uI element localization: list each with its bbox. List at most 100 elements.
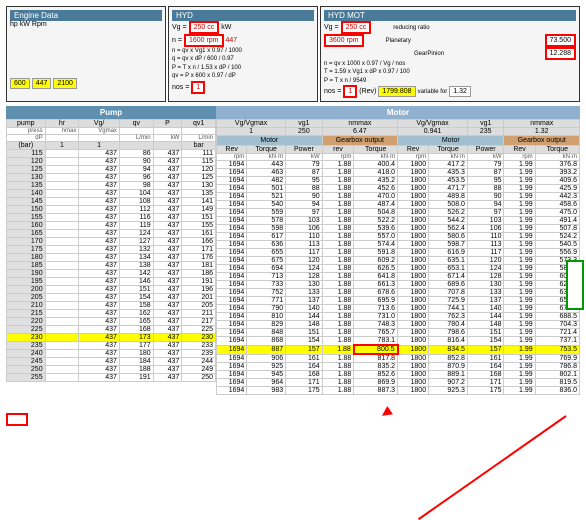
table-row: 11543786437111: [7, 150, 216, 158]
table-row: 1694482951.88435.21800453.5951.99409.6: [217, 177, 580, 185]
kw-label2: kW: [221, 24, 231, 31]
hyd-pump-title: HYD: [172, 10, 314, 21]
table-row: 230437173437230: [7, 334, 216, 342]
motor-n-value[interactable]: 3600 rpm: [324, 34, 364, 47]
table-row: 16949451681.88852.61800889.11681.99802.1: [217, 371, 580, 379]
table-row: 12543794437120: [7, 166, 216, 174]
gear-v2[interactable]: 12.288: [545, 47, 576, 60]
rpm-value[interactable]: 2100: [53, 78, 77, 89]
table-row: 155437116437151: [7, 214, 216, 222]
motor-header1: Vg/Vgmax vg1 nmmax Vg/Vgmax vg1 nmmax: [217, 120, 580, 128]
motor-section-title: Motor: [216, 106, 580, 119]
motor-vg-value[interactable]: 250 cc: [341, 21, 372, 34]
motor-header2: Motor Gearbox output Motor Gearbox outpu…: [217, 136, 580, 146]
table-row: 165437124437161: [7, 230, 216, 238]
table-row: 16949831751.88887.31800925.31751.99836.0: [217, 387, 580, 395]
table-row: 1694501881.88452.61800471.7881.99425.9: [217, 185, 580, 193]
variable-label: variable for: [418, 89, 448, 95]
motor-unit-row: rpm kN·m kW rpm kN·m rpm kN·m kW rpm kN·…: [217, 154, 580, 161]
table-row: 200437151437196: [7, 286, 216, 294]
table-row: 16947901401.88713.61800744.11401.99671.5: [217, 305, 580, 313]
annotation-line: [418, 415, 567, 520]
table-row: 175437132437171: [7, 246, 216, 254]
hyd-motor-title: HYD MOT: [324, 10, 576, 21]
table-row: 170437127437166: [7, 238, 216, 246]
table-row: 12043790437115: [7, 158, 216, 166]
table-row: 16948101441.88731.01800762.31441.99688.5: [217, 313, 580, 321]
rpm-label: Rpm: [32, 21, 47, 28]
table-row: 16949641711.88869.91800907.21711.99819.5: [217, 379, 580, 387]
table-row: 13043796437125: [7, 174, 216, 182]
table-row: 16946551171.88591.81800616.91171.99556.9: [217, 249, 580, 257]
table-row: 16946941241.88626.51800653.11241.99589.7: [217, 265, 580, 273]
highlight-pressure-box: [6, 413, 28, 426]
table-row: 16946361131.88574.41800598.71131.99540.5: [217, 241, 580, 249]
table-row: 160437119437155: [7, 222, 216, 230]
variable-value: 1.32: [449, 86, 471, 97]
table-row: 16949061611.88817.81800852.81611.99769.9: [217, 354, 580, 363]
planetary-label: Planetary: [386, 38, 411, 44]
table-row: 1694521901.88470.01800489.8901.99442.3: [217, 193, 580, 201]
table-row: 140437104437135: [7, 190, 216, 198]
engine-panel: Engine Data hp kW Rpm 600 447 2100: [6, 6, 166, 102]
pump-kw-value: 447: [226, 37, 238, 44]
hyd-pump-panel: HYD Vg = 250 cc kW n = 1600 rpm 447 n = …: [168, 6, 318, 102]
table-row: 13543798437130: [7, 182, 216, 190]
table-row: 150437112437149: [7, 206, 216, 214]
pump-vg-value[interactable]: 250 cc: [189, 21, 220, 34]
rev-label: (Rev): [359, 88, 376, 95]
table-row: 210437158437205: [7, 302, 216, 310]
hp-value[interactable]: 600: [10, 78, 30, 89]
table-row: 16945981061.88539.61800562.41061.99507.8: [217, 225, 580, 233]
table-row: 1694559971.88504.81800526.2971.99475.0: [217, 209, 580, 217]
vg-label: Vg =: [172, 24, 187, 31]
table-row: 16948681541.88783.11800816.41541.99737.1: [217, 337, 580, 346]
hp-label: hp: [10, 21, 18, 28]
motor-vg-label: Vg =: [324, 24, 339, 31]
table-row: 1694540941.88487.41800508.0941.99458.6: [217, 201, 580, 209]
engine-title: Engine Data: [10, 10, 162, 21]
gear-v1[interactable]: 73.500: [545, 34, 576, 47]
table-row: 16948871571.88800.51800834.51571.99753.5: [217, 345, 580, 354]
annotation-note: [566, 260, 584, 310]
table-row: 235437177437233: [7, 342, 216, 350]
table-row: 16947521331.88678.61800707.81331.99638.8: [217, 289, 580, 297]
motor-col-headers: Rev Torque Power rev Torque Rev Torque P…: [217, 146, 580, 154]
table-row: 245437184437244: [7, 358, 216, 366]
n-label: n =: [172, 37, 182, 44]
table-row: 180437134437176: [7, 254, 216, 262]
motor-nos-label: nos =: [324, 88, 341, 95]
motor-table: Vg/Vgmax vg1 nmmax Vg/Vgmax vg1 nmmax 1 …: [216, 119, 580, 395]
pump-table: pump hr Vg/ qv P qv1 press nmax Vgmax dP…: [6, 119, 216, 382]
pump-nos-value[interactable]: 1: [191, 81, 205, 94]
motor-formulas: n = qv x 1000 x 0.97 / Vg / nos T = 1.59…: [324, 60, 576, 85]
pump-col-headers: pump hr Vg/ qv P qv1: [7, 120, 216, 128]
kw-label: kW: [20, 21, 30, 28]
table-row: 240437180437239: [7, 350, 216, 358]
table-row: 1694443791.88400.41800417.2791.99376.8: [217, 161, 580, 169]
table-row: 16949251641.88835.21800870.91641.99786.8: [217, 363, 580, 371]
motor-nos-value[interactable]: 1: [343, 85, 357, 98]
annotation-arrow-icon: [379, 406, 393, 420]
table-row: 255437191437250: [7, 374, 216, 382]
table-row: 215437162437211: [7, 310, 216, 318]
pump-formulas: n = qv x Vg1 x 0.97 / 1000 q = qv x dP /…: [172, 47, 314, 81]
table-row: 16948291481.88748.31800780.41481.99704.3: [217, 321, 580, 329]
table-row: 16946171101.88557.01800580.61101.99524.2: [217, 233, 580, 241]
pump-n-value[interactable]: 1600 rpm: [184, 34, 224, 47]
table-row: 145437108437141: [7, 198, 216, 206]
pump-unit-row: dP L/min kW L/min: [7, 135, 216, 142]
data-tables: Pump pump hr Vg/ qv P qv1 press nmax Vgm…: [6, 106, 580, 395]
pump-nos-label: nos =: [172, 84, 189, 91]
table-row: 195437146437191: [7, 278, 216, 286]
table-row: 220437165437217: [7, 318, 216, 326]
gear-label: GearPinion: [414, 51, 444, 57]
pump-section-title: Pump: [6, 106, 216, 119]
table-row: 225437168437225: [7, 326, 216, 334]
table-row: 205437154437201: [7, 294, 216, 302]
table-row: 250437188437249: [7, 366, 216, 374]
table-row: 16947711371.88695.91800725.91371.99655.2: [217, 297, 580, 305]
table-row: 16946751201.88609.21800635.11201.99573.3: [217, 257, 580, 265]
kw-value[interactable]: 447: [32, 78, 52, 89]
pump-param-row: (bar) 1 1 bar: [7, 142, 216, 150]
